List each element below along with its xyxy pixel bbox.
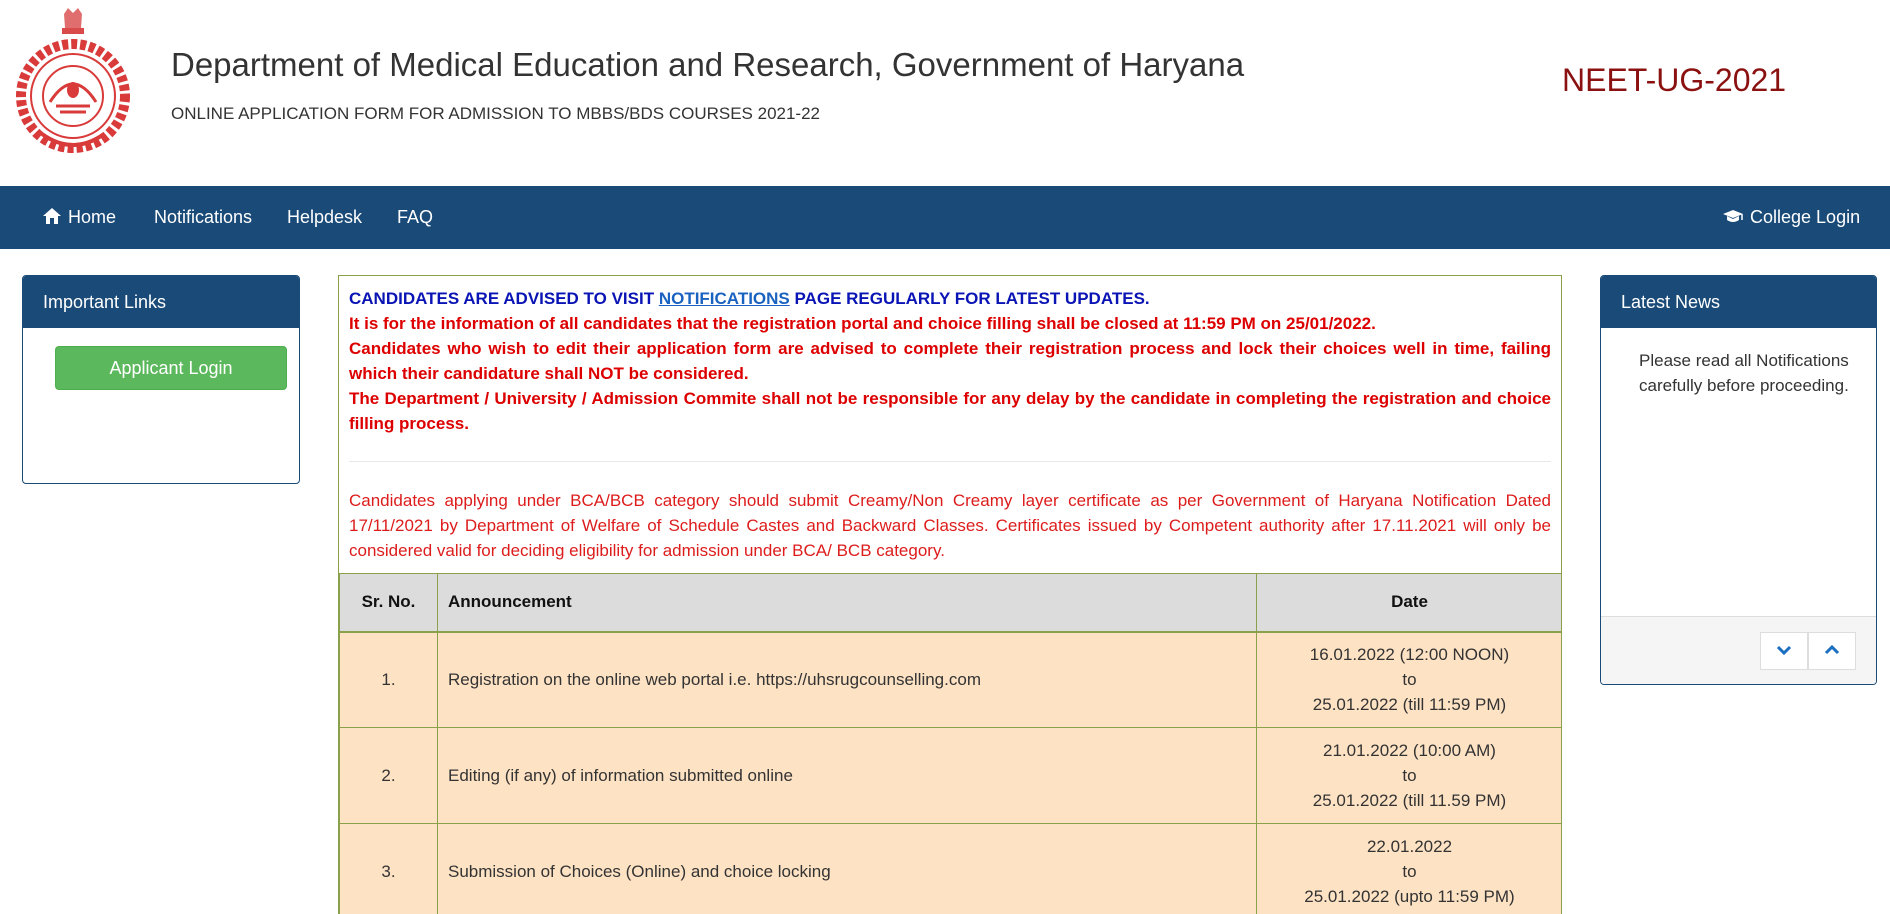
notice-block: CANDIDATES ARE ADVISED TO VISIT NOTIFICA… <box>339 276 1561 436</box>
notice-advice-pre: CANDIDATES ARE ADVISED TO VISIT <box>349 289 659 308</box>
nav-home-label: Home <box>68 207 117 227</box>
date-to-word: to <box>1402 862 1417 881</box>
main-navbar: Home Notifications Helpdesk FAQ College … <box>0 186 1890 249</box>
graduation-cap-icon <box>1722 207 1750 227</box>
notice-advice-post: PAGE REGULARLY FOR LATEST UPDATES. <box>789 289 1150 308</box>
divider <box>349 461 1551 462</box>
date-from: 21.01.2022 (10:00 AM) <box>1323 741 1496 760</box>
table-header-row: Sr. No. Announcement Date <box>339 573 1561 633</box>
date-to: 25.01.2022 (till 11:59 PM) <box>1312 695 1507 715</box>
row-announcement: Submission of Choices (Online) and choic… <box>437 823 1257 914</box>
date-to: 25.01.2022 (till 11.59 PM) <box>1312 791 1507 810</box>
row-date: 21.01.2022 (10:00 AM) to 25.01.2022 (til… <box>1256 727 1561 824</box>
bca-bcb-notice: Candidates applying under BCA/BCB catego… <box>349 491 1551 560</box>
chevron-down-icon <box>1776 642 1792 660</box>
important-links-panel: Important Links Applicant Login <box>22 275 300 484</box>
latest-news-panel: Latest News Please read all Notification… <box>1600 275 1877 685</box>
date-from: 16.01.2022 (12:00 NOON) <box>1309 645 1510 665</box>
chevron-up-icon <box>1824 642 1840 660</box>
notice-line-2: Candidates who wish to edit their applic… <box>349 339 1551 383</box>
row-sr: 2. <box>339 727 438 824</box>
exam-name: NEET-UG-2021 <box>1562 62 1787 98</box>
news-scroll-controls <box>1601 616 1876 684</box>
site-title: Department of Medical Education and Rese… <box>171 46 1245 83</box>
col-header-date: Date <box>1256 573 1561 633</box>
important-links-title: Important Links <box>23 276 299 328</box>
nav-notifications-label: Notifications <box>154 207 253 227</box>
notifications-link[interactable]: NOTIFICATIONS <box>659 289 790 308</box>
notice-line-1: It is for the information of all candida… <box>349 314 1376 333</box>
row-announcement: Registration on the online web portal i.… <box>437 631 1257 728</box>
table-row: 2. Editing (if any) of information submi… <box>339 727 1561 824</box>
table-row: 3. Submission of Choices (Online) and ch… <box>339 823 1561 914</box>
applicant-login-button[interactable]: Applicant Login <box>55 346 287 390</box>
row-announcement: Editing (if any) of information submitte… <box>437 727 1257 824</box>
home-icon <box>42 207 68 227</box>
announcement-table: Sr. No. Announcement Date 1. Registratio… <box>339 573 1561 914</box>
row-date: 22.01.2022 to 25.01.2022 (upto 11:59 PM) <box>1256 823 1561 914</box>
scroll-down-button[interactable] <box>1760 632 1808 670</box>
date-from: 22.01.2022 <box>1366 837 1453 856</box>
date-to-word: to <box>1402 670 1417 690</box>
latest-news-body: Please read all Notifications carefully … <box>1639 351 1849 395</box>
notice-advice: CANDIDATES ARE ADVISED TO VISIT NOTIFICA… <box>349 286 1551 311</box>
latest-news-title: Latest News <box>1601 276 1876 328</box>
date-to-word: to <box>1402 766 1417 785</box>
nav-college-login[interactable]: College Login <box>1722 186 1860 249</box>
nav-helpdesk-label: Helpdesk <box>287 207 363 227</box>
nav-college-login-label: College Login <box>1750 207 1861 227</box>
page-header: Department of Medical Education and Rese… <box>0 0 1890 186</box>
nav-home[interactable]: Home <box>42 186 116 249</box>
nav-notifications[interactable]: Notifications <box>154 186 252 249</box>
row-date: 16.01.2022 (12:00 NOON) to 25.01.2022 (t… <box>1256 631 1561 728</box>
col-header-sr: Sr. No. <box>339 573 438 633</box>
nav-faq-label: FAQ <box>397 207 434 227</box>
col-header-announcement: Announcement <box>437 573 1257 633</box>
main-content: CANDIDATES ARE ADVISED TO VISIT NOTIFICA… <box>338 275 1562 914</box>
date-to: 25.01.2022 (upto 11:59 PM) <box>1304 887 1515 906</box>
site-subtitle: ONLINE APPLICATION FORM FOR ADMISSION TO… <box>171 104 820 123</box>
scroll-up-button[interactable] <box>1808 632 1856 670</box>
nav-faq[interactable]: FAQ <box>397 186 433 249</box>
row-sr: 1. <box>339 631 438 728</box>
nav-helpdesk[interactable]: Helpdesk <box>287 186 362 249</box>
haryana-emblem-logo <box>12 6 134 156</box>
table-row: 1. Registration on the online web portal… <box>339 631 1561 728</box>
notice-line-3: The Department / University / Admission … <box>349 389 1551 433</box>
row-sr: 3. <box>339 823 438 914</box>
